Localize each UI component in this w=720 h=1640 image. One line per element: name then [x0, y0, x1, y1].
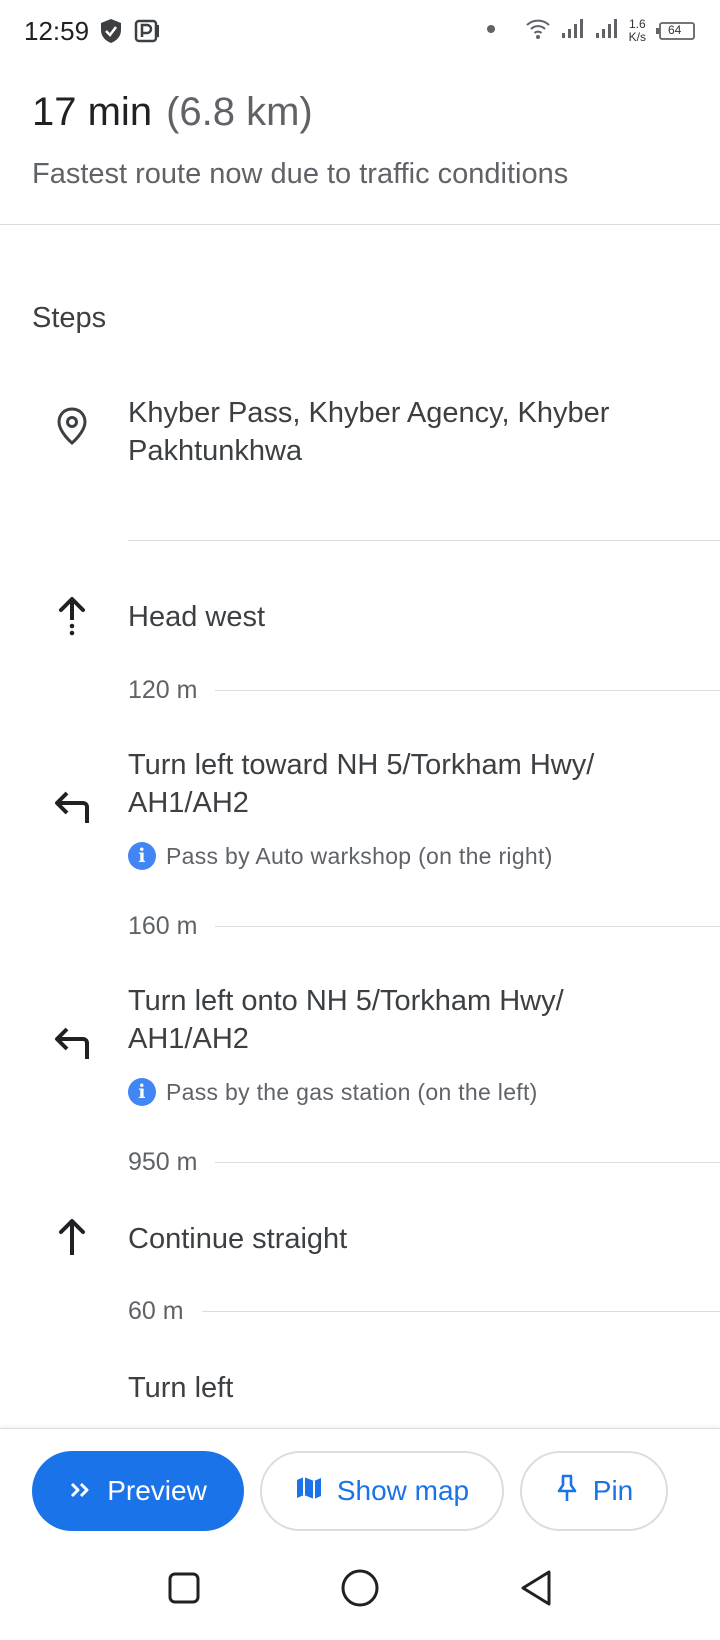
turn-left-icon — [50, 1022, 94, 1066]
step-distance: 160 m — [128, 911, 720, 941]
step-instruction[interactable]: Turn left onto NH 5/Torkham Hwy/ AH1/AH2 — [128, 982, 688, 1058]
origin-label[interactable]: Khyber Pass, Khyber Agency, Khyber Pakht… — [128, 394, 688, 470]
status-time: 12:59 — [24, 16, 90, 46]
battery-level: 64 — [668, 22, 682, 37]
step-instruction[interactable]: Turn left — [128, 1369, 688, 1407]
back-button[interactable] — [514, 1568, 558, 1612]
route-reason: Fastest route now due to traffic conditi… — [32, 158, 569, 190]
origin-divider — [128, 540, 720, 541]
arrow-up-dotted-icon — [50, 594, 94, 638]
recents-button[interactable] — [162, 1568, 206, 1612]
action-bar: Preview Show map Pin — [0, 1428, 720, 1540]
step-landmark-note: i Pass by Auto warkshop (on the right) — [128, 842, 553, 870]
signal-icon-1 — [561, 17, 585, 44]
home-button[interactable] — [338, 1568, 382, 1612]
network-speed: 1.6 K/s — [628, 16, 646, 44]
step-distance: 120 m — [128, 675, 720, 705]
notification-dot-icon — [485, 22, 497, 40]
step-distance: 950 m — [128, 1147, 720, 1177]
map-icon — [295, 1474, 323, 1509]
show-map-button[interactable]: Show map — [260, 1451, 504, 1531]
pin-button[interactable]: Pin — [520, 1451, 668, 1531]
route-summary: 17 min (6.8 km) Fastest route now due to … — [0, 66, 720, 225]
info-icon: i — [128, 1078, 156, 1106]
route-distance: (6.8 km) — [166, 90, 313, 134]
route-duration: 17 min — [32, 90, 153, 134]
info-icon: i — [128, 842, 156, 870]
step-instruction[interactable]: Head west — [128, 598, 688, 636]
circle-icon — [340, 1568, 380, 1613]
turn-left-icon — [50, 786, 94, 830]
double-chevron-right-icon — [69, 1475, 93, 1507]
location-pin-icon — [50, 404, 94, 448]
route-headline: 17 min (6.8 km) — [32, 90, 313, 135]
status-bar: 12:59 1.6 K/s 64 — [0, 0, 720, 66]
steps-heading: Steps — [32, 302, 107, 334]
preview-button[interactable]: Preview — [32, 1451, 244, 1531]
step-landmark-note: i Pass by the gas station (on the left) — [128, 1078, 538, 1106]
battery-icon: 64 — [656, 21, 696, 41]
system-nav-bar — [0, 1540, 720, 1640]
arrow-up-icon — [50, 1216, 94, 1260]
shield-icon — [100, 18, 122, 49]
step-instruction[interactable]: Continue straight — [128, 1220, 688, 1258]
pin-icon — [555, 1473, 579, 1510]
step-distance: 60 m — [128, 1296, 720, 1326]
wifi-icon — [525, 16, 551, 45]
parking-app-icon — [134, 19, 160, 48]
step-instruction[interactable]: Turn left toward NH 5/Torkham Hwy/ AH1/A… — [128, 746, 688, 822]
signal-icon-2 — [595, 17, 619, 44]
square-icon — [167, 1571, 201, 1610]
triangle-back-icon — [518, 1568, 554, 1613]
